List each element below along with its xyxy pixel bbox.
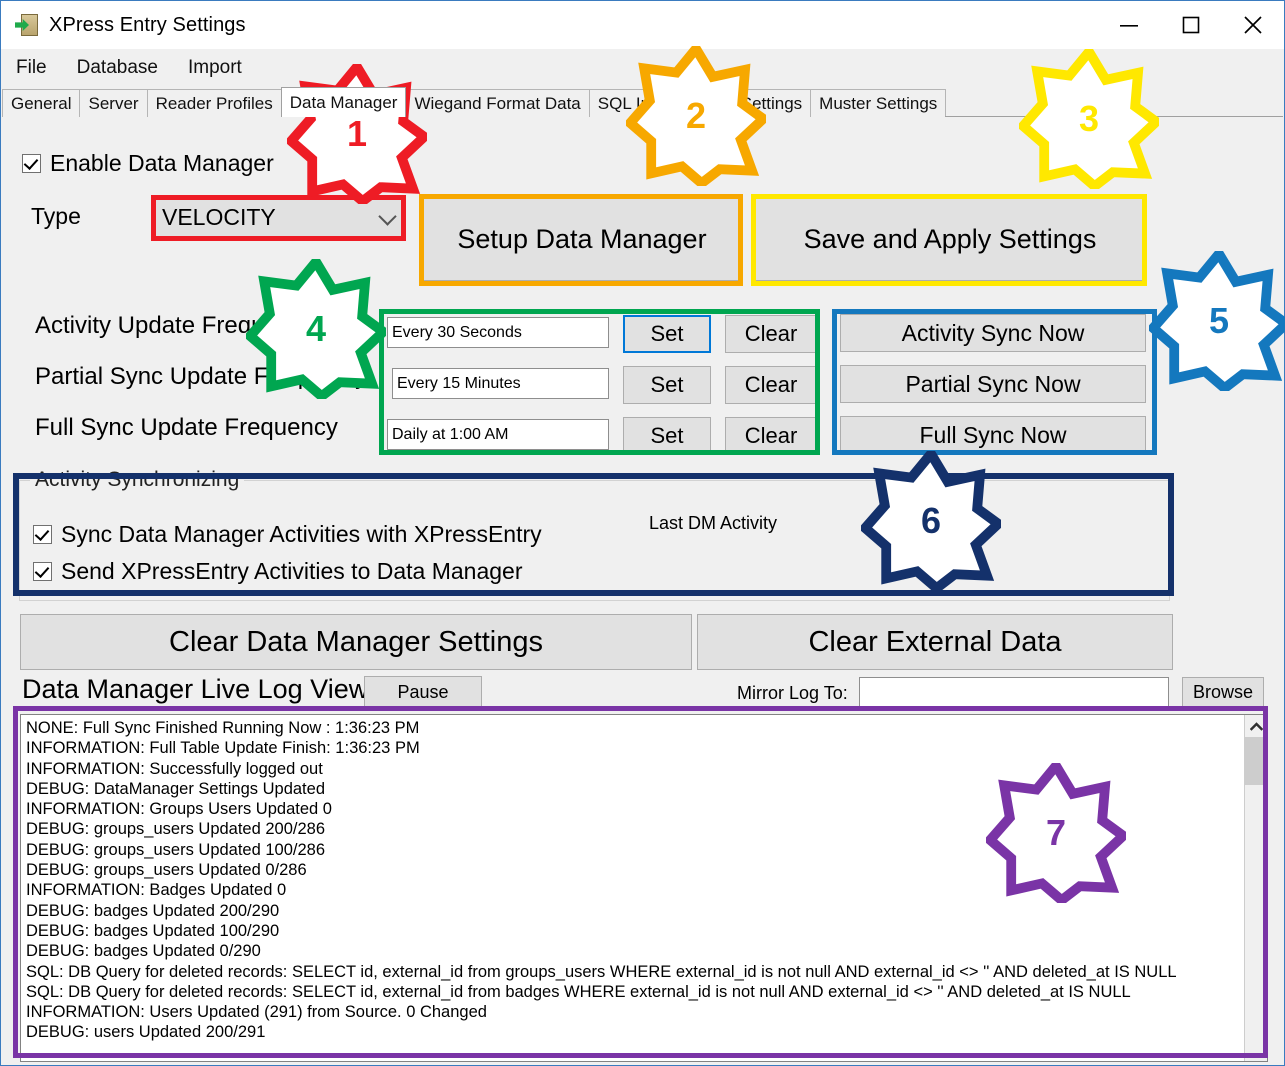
- minimize-icon[interactable]: [1098, 1, 1160, 49]
- activity-update-frequency-label: Activity Update Frequency: [35, 312, 316, 339]
- menu-item-import[interactable]: Import: [188, 57, 242, 79]
- full-sync-update-frequency-input[interactable]: Daily at 1:00 AM: [387, 419, 609, 450]
- mirror-log-to-label: Mirror Log To:: [737, 683, 848, 703]
- log-view-title: Data Manager Live Log View: [22, 674, 369, 704]
- partial-sync-update-frequency-label: Partial Sync Update Frequency: [35, 363, 368, 390]
- partial-sync-set-button[interactable]: Set: [623, 366, 711, 404]
- tab-data-manager[interactable]: Data Manager: [280, 87, 407, 117]
- partial-sync-now-button[interactable]: Partial Sync Now: [840, 365, 1146, 403]
- log-text: NONE: Full Sync Finished Running Now : 1…: [26, 719, 1177, 1042]
- chevron-down-icon: [378, 207, 397, 226]
- partial-sync-update-frequency-input[interactable]: Every 15 Minutes: [392, 368, 609, 399]
- tab-general[interactable]: General: [2, 89, 81, 117]
- type-combobox-value: VELOCITY: [162, 203, 276, 230]
- last-dm-activity-label: Last DM Activity: [649, 513, 778, 533]
- xpress-entry-settings-window: XPress Entry Settings File Database Impo…: [0, 0, 1285, 1066]
- type-label: Type: [31, 203, 81, 229]
- type-combobox[interactable]: VELOCITY: [153, 196, 405, 238]
- activity-update-frequency-input[interactable]: Every 30 Seconds: [387, 317, 609, 348]
- scroll-thumb[interactable]: [1245, 737, 1267, 785]
- menu-item-file[interactable]: File: [16, 57, 47, 79]
- enable-data-manager-label: Enable Data Manager: [50, 150, 274, 176]
- full-sync-update-frequency-label: Full Sync Update Frequency: [35, 414, 338, 441]
- send-xpressentry-activities-checkbox[interactable]: Send XPressEntry Activities to Data Mana…: [33, 558, 523, 585]
- tab-wiegand-format-data[interactable]: Wiegand Format Data: [405, 89, 590, 117]
- activity-synchronizing-title: Activity Synchronizing: [30, 468, 245, 492]
- log-scrollbar[interactable]: [1244, 715, 1267, 1061]
- checkbox-box-icon: [33, 525, 52, 544]
- menu-item-database[interactable]: Database: [77, 57, 158, 79]
- browse-button[interactable]: Browse: [1182, 677, 1264, 707]
- tab-strip: General Server Reader Profiles Data Mana…: [2, 87, 1283, 118]
- checkbox-box-icon: [22, 154, 41, 173]
- data-manager-panel: Enable Data Manager Type VELOCITY Setup …: [2, 117, 1283, 1065]
- menu-bar: File Database Import: [2, 49, 1283, 87]
- tab-muster-settings[interactable]: Muster Settings: [810, 89, 947, 117]
- scroll-up-icon[interactable]: [1245, 715, 1267, 737]
- setup-data-manager-button[interactable]: Setup Data Manager: [422, 197, 742, 281]
- activity-clear-button[interactable]: Clear: [725, 315, 817, 353]
- pause-button[interactable]: Pause: [364, 676, 482, 708]
- tab-reader-profiles[interactable]: Reader Profiles: [146, 89, 282, 117]
- window-buttons: [1098, 1, 1284, 49]
- door-exit-icon: [15, 14, 39, 36]
- activity-set-button[interactable]: Set: [623, 315, 711, 353]
- partial-sync-clear-button[interactable]: Clear: [725, 366, 817, 404]
- save-and-apply-settings-button[interactable]: Save and Apply Settings: [755, 197, 1145, 281]
- checkbox-box-icon: [33, 562, 52, 581]
- maximize-icon[interactable]: [1160, 1, 1222, 49]
- clear-external-data-button[interactable]: Clear External Data: [697, 614, 1173, 670]
- title-bar: XPress Entry Settings: [1, 1, 1284, 49]
- send-xpressentry-activities-label: Send XPressEntry Activities to Data Mana…: [61, 558, 523, 584]
- full-sync-set-button[interactable]: Set: [623, 417, 711, 455]
- activity-sync-now-button[interactable]: Activity Sync Now: [840, 314, 1146, 352]
- clear-data-manager-settings-button[interactable]: Clear Data Manager Settings: [20, 614, 692, 670]
- tab-server[interactable]: Server: [79, 89, 148, 117]
- full-sync-now-button[interactable]: Full Sync Now: [840, 416, 1146, 454]
- tab-sql-import[interactable]: SQL Import: [588, 89, 694, 117]
- mirror-log-to-input[interactable]: [859, 677, 1169, 707]
- sync-dm-activities-label: Sync Data Manager Activities with XPress…: [61, 521, 542, 547]
- full-sync-clear-button[interactable]: Clear: [725, 417, 817, 455]
- close-icon[interactable]: [1222, 1, 1284, 49]
- enable-data-manager-checkbox[interactable]: Enable Data Manager: [22, 150, 274, 177]
- sync-dm-activities-checkbox[interactable]: Sync Data Manager Activities with XPress…: [33, 521, 542, 548]
- tab-alert-settings[interactable]: Alert Settings: [692, 89, 812, 117]
- window-title: XPress Entry Settings: [49, 13, 246, 36]
- live-log-view[interactable]: NONE: Full Sync Finished Running Now : 1…: [20, 714, 1268, 1062]
